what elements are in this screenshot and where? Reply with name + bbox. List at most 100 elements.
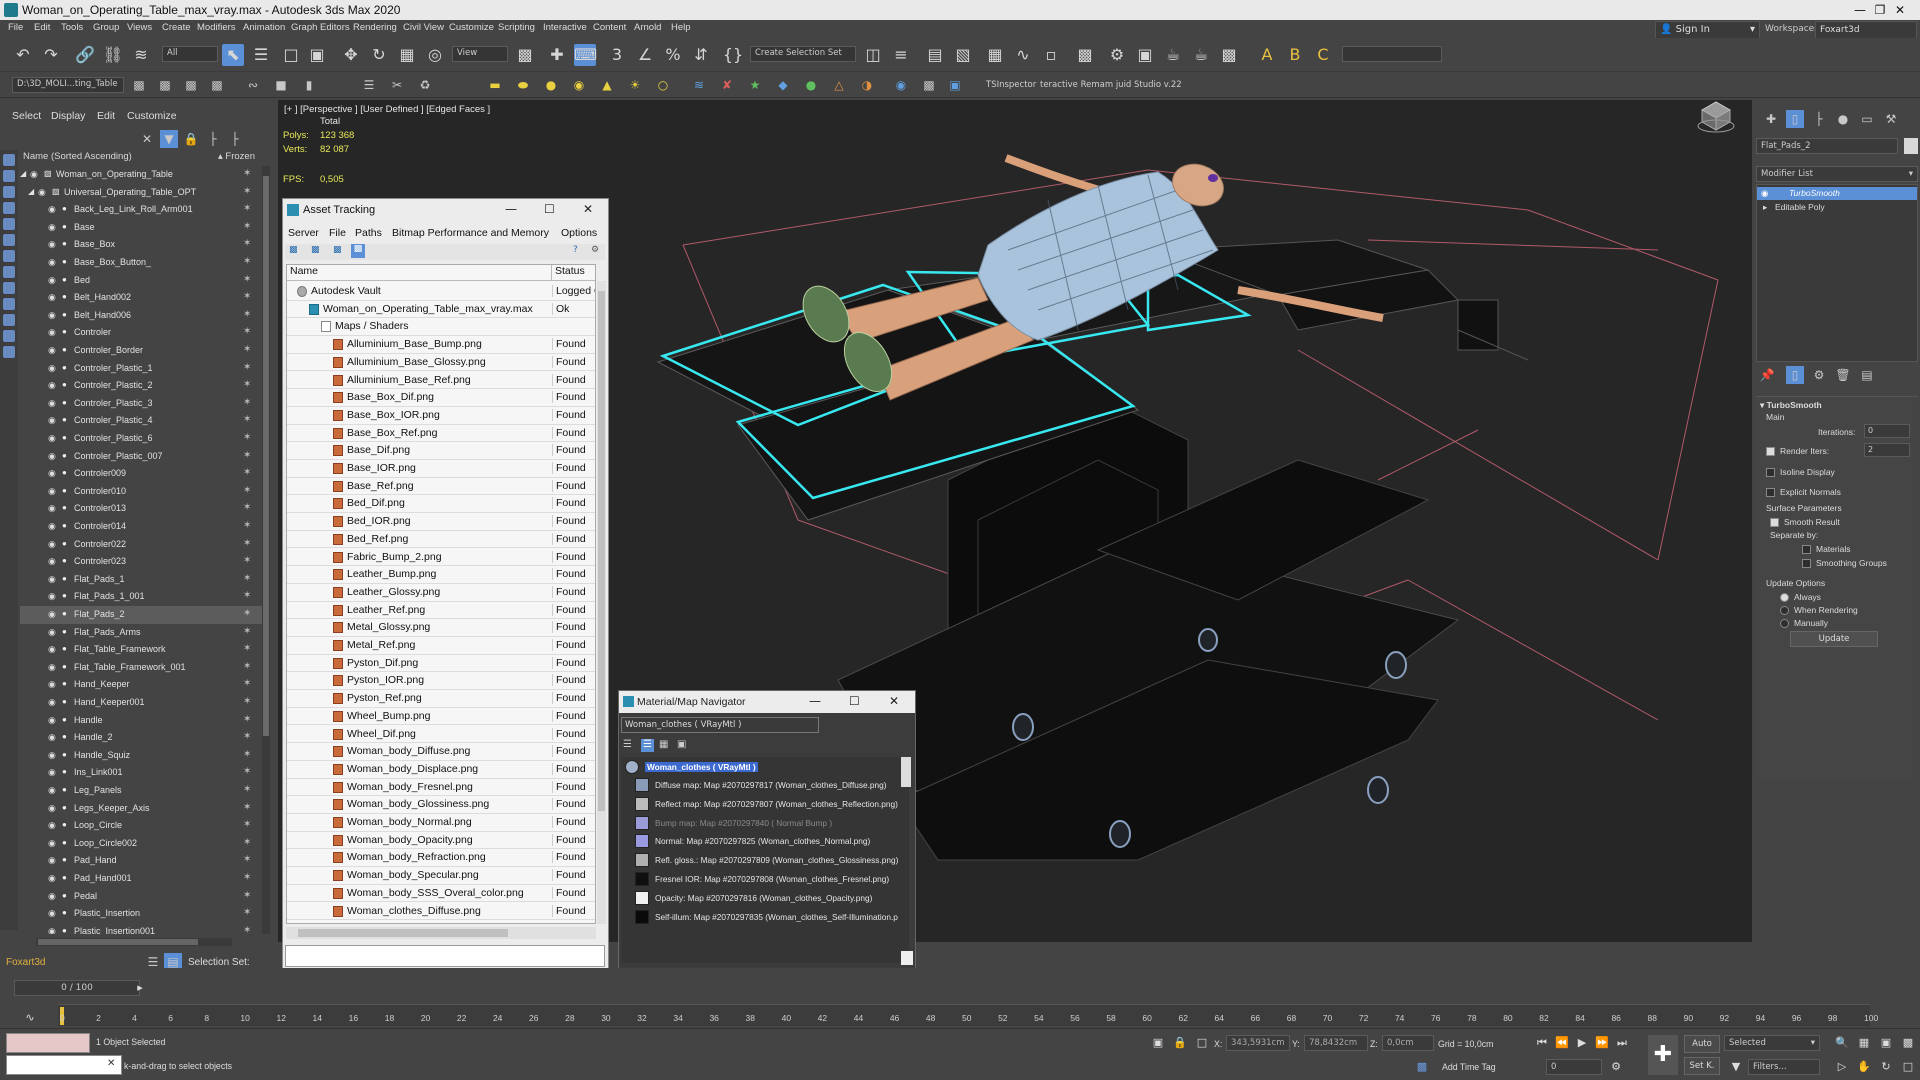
tree-row-object[interactable]: ◉ ● Controler_Plastic_007 ✶ <box>20 448 262 466</box>
tree-row-object[interactable]: ◉ ● Controler022 ✶ <box>20 536 262 554</box>
visibility-eye-icon[interactable]: ◉ <box>48 873 56 884</box>
matnav-close-button[interactable]: ✕ <box>889 694 899 708</box>
visibility-eye-icon[interactable]: ◉ <box>48 327 56 338</box>
redo-icon[interactable]: ↷ <box>40 44 62 66</box>
tree-row-object[interactable]: ◉ ● Base ✶ <box>20 219 262 237</box>
freeze-icon[interactable]: ✶ <box>243 450 251 461</box>
vray-ipr-icon[interactable]: ▣ <box>946 76 964 94</box>
asset-row-map[interactable]: Metal_Ref.png Found <box>287 637 595 655</box>
asset-row-map[interactable]: Woman_body_Glossiness.png Found <box>287 796 595 814</box>
proxy-tool-icon[interactable]: ★ <box>746 76 764 94</box>
modifier-list-dropdown[interactable]: Modifier List ▾ <box>1756 166 1918 182</box>
tree-row-object[interactable]: ◉ ● Flat_Pads_1 ✶ <box>20 571 262 589</box>
explorer-tab-select[interactable]: Select <box>12 110 41 122</box>
asset-row-map[interactable]: Woman_body_Opacity.png Found <box>287 832 595 850</box>
freeze-icon[interactable]: ✶ <box>243 362 251 373</box>
filter-helpers-icon[interactable] <box>3 218 15 230</box>
visibility-eye-icon[interactable]: ◉ <box>48 732 56 743</box>
visibility-eye-icon[interactable]: ◉ <box>48 803 56 814</box>
maxscript-mini-listener[interactable]: ✕ <box>6 1055 122 1075</box>
tree-row-object[interactable]: ◉ ● Back_Leg_Link_Roll_Arm001 ✶ <box>20 201 262 219</box>
tree-row-object[interactable]: ◉ ● Controler009 ✶ <box>20 465 262 483</box>
arnold-b-icon[interactable]: B <box>1284 44 1306 66</box>
tree-row-object[interactable]: ◉ ● Controler_Plastic_6 ✶ <box>20 430 262 448</box>
asset-view-list-icon[interactable]: ▩ <box>289 245 298 255</box>
plane-tool-icon[interactable]: ▬ <box>486 76 504 94</box>
explorer-hscroll-thumb[interactable] <box>38 939 198 945</box>
freeze-icon[interactable]: ✶ <box>243 643 251 654</box>
filter-shapes-icon[interactable] <box>3 170 15 182</box>
place-icon[interactable]: ◎ <box>424 44 446 66</box>
manually-radio[interactable] <box>1780 619 1789 628</box>
smooth-result-checkbox[interactable] <box>1770 518 1779 527</box>
field-of-view-icon[interactable]: ▷ <box>1834 1059 1850 1075</box>
edit-named-selection-icon[interactable]: {} <box>722 44 744 66</box>
workspace-dropdown[interactable]: Foxart3d <box>1815 21 1917 39</box>
layer-select-icon[interactable]: ▩ <box>182 76 200 94</box>
matnav-map-entry[interactable]: Bump map: Map #2070297840 ( Normal Bump … <box>635 815 905 833</box>
hierarchy-tab-icon[interactable]: ├ <box>1810 110 1828 128</box>
hair-tool-icon[interactable]: ≋ <box>690 76 708 94</box>
freeze-icon[interactable]: ✶ <box>243 784 251 795</box>
freeze-icon[interactable]: ✶ <box>243 890 251 901</box>
asset-hscrollbar[interactable] <box>286 927 596 939</box>
menu-rendering[interactable]: Rendering <box>353 22 397 33</box>
sphere-tool-icon[interactable]: ● <box>542 76 560 94</box>
freeze-icon[interactable]: ✶ <box>243 626 251 637</box>
pivot-center-icon[interactable]: ▩ <box>514 44 536 66</box>
explorer-scrollbar[interactable] <box>262 166 270 934</box>
arnold-c-icon[interactable]: C <box>1312 44 1334 66</box>
freeze-icon[interactable]: ✶ <box>243 168 251 179</box>
tree-row-object[interactable]: ◉ ● Handle ✶ <box>20 712 262 730</box>
tree-row-object[interactable]: ◉ ● Legs_Keeper_Axis ✶ <box>20 800 262 818</box>
asset-menu-server[interactable]: Server <box>288 227 319 239</box>
asset-row-map[interactable]: Pyston_Ref.png Found <box>287 690 595 708</box>
menu-help[interactable]: Help <box>671 22 691 33</box>
visibility-eye-icon[interactable]: ◉ <box>48 275 56 286</box>
filter-frozen-icon[interactable] <box>3 314 15 326</box>
visibility-eye-icon[interactable]: ◉ <box>48 591 56 602</box>
asset-row-map[interactable]: Pyston_IOR.png Found <box>287 672 595 691</box>
asset-row-map[interactable]: Leather_Glossy.png Found <box>287 584 595 602</box>
window-crossing-icon[interactable]: ▣ <box>306 44 328 66</box>
tree-row-object[interactable]: ◉ ● Bed ✶ <box>20 272 262 290</box>
display-tab-icon[interactable]: ▭ <box>1858 110 1876 128</box>
tree-row-object[interactable]: ◉ ● Base_Box_Button_ ✶ <box>20 254 262 272</box>
fur-tool-icon[interactable]: ✘ <box>718 76 736 94</box>
matnav-map-entry[interactable]: Diffuse map: Map #2070297817 (Woman_clot… <box>635 777 905 795</box>
visibility-eye-icon[interactable]: ◉ <box>48 574 56 585</box>
create-tab-icon[interactable]: ✚ <box>1762 110 1780 128</box>
matnav-list-view-icon[interactable]: ☰ <box>623 739 632 750</box>
asset-row-map[interactable]: Leather_Ref.png Found <box>287 602 595 620</box>
render-setup-icon[interactable]: ⚙ <box>1106 44 1128 66</box>
matnav-small-icons-icon[interactable]: ▦ <box>659 739 668 750</box>
visibility-eye-icon[interactable]: ◉ <box>48 222 56 233</box>
visibility-eye-icon[interactable]: ◉ <box>48 503 56 514</box>
visibility-eye-icon[interactable]: ◉ <box>48 609 56 620</box>
tree-row-object[interactable]: ◉ ● Flat_Table_Framework_001 ✶ <box>20 659 262 677</box>
asset-menu-options[interactable]: Options <box>561 227 597 239</box>
asset-row-map[interactable]: Woman_body_Normal.png Found <box>287 814 595 832</box>
eye-icon[interactable]: ◉ <box>1761 188 1768 199</box>
visibility-eye-icon[interactable]: ◉ <box>48 363 56 374</box>
asset-menu-bitmap-performance[interactable]: Bitmap Performance and Memory <box>392 227 549 239</box>
tree-row-object[interactable]: ◉ ● Flat_Pads_Arms ✶ <box>20 624 262 642</box>
keyboard-shortcut-override-icon[interactable]: ⌨ <box>574 44 597 66</box>
undo-icon[interactable]: ↶ <box>12 44 34 66</box>
freeze-icon[interactable]: ✶ <box>243 221 251 232</box>
cone-tool-icon[interactable]: ▲ <box>598 76 616 94</box>
percent-snap-icon[interactable]: % <box>662 44 684 66</box>
clipper-tool-icon[interactable]: △ <box>830 76 848 94</box>
matnav-map-entry[interactable]: Fresnel IOR: Map #2070297808 (Woman_clot… <box>635 871 905 889</box>
zoom-extents-icon[interactable]: ▣ <box>1878 1035 1894 1051</box>
selection-filter-dropdown[interactable]: All <box>162 46 218 62</box>
explorer-tab-customize[interactable]: Customize <box>127 110 177 122</box>
asset-row-map[interactable]: Wheel_Bump.png Found <box>287 708 595 726</box>
remap-studio-label[interactable]: teractive Remam juid Studio v.22 <box>1040 80 1182 90</box>
tree-row-object[interactable]: ◉ ● Handle_2 ✶ <box>20 729 262 747</box>
filter-spacewarps-icon[interactable] <box>3 234 15 246</box>
filter-all-icon[interactable] <box>3 346 15 358</box>
matnav-scroll-thumb[interactable] <box>901 757 911 787</box>
visibility-eye-icon[interactable]: ◉ <box>30 169 38 180</box>
tree-row-object[interactable]: ◉ ● Controler_Border ✶ <box>20 342 262 360</box>
